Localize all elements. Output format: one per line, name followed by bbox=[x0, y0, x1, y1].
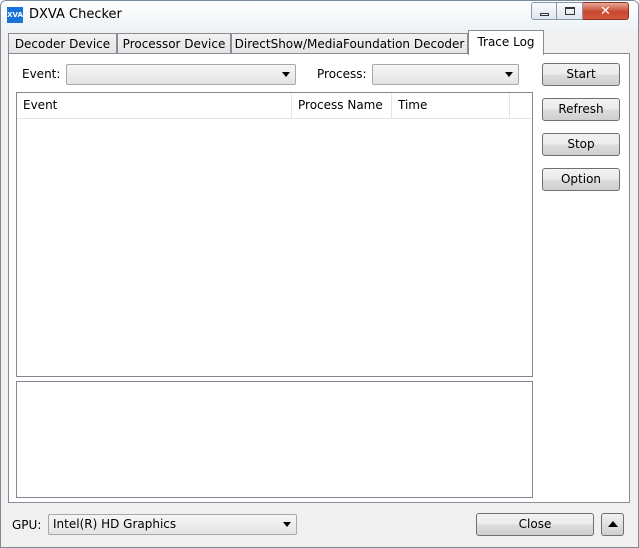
chevron-down-icon bbox=[283, 522, 291, 527]
app-window: XVA DXVA Checker ✕ Decoder Device Proces… bbox=[0, 0, 639, 548]
option-button[interactable]: Option bbox=[542, 168, 620, 191]
column-header-time[interactable]: Time bbox=[392, 93, 510, 118]
process-label: Process: bbox=[317, 67, 367, 81]
close-icon: ✕ bbox=[600, 3, 611, 19]
process-dropdown[interactable] bbox=[372, 64, 519, 85]
tab-trace-log[interactable]: Trace Log bbox=[468, 30, 544, 55]
app-icon: XVA bbox=[7, 7, 23, 23]
refresh-button[interactable]: Refresh bbox=[542, 98, 620, 121]
maximize-icon bbox=[564, 7, 575, 15]
maximize-button[interactable] bbox=[557, 2, 583, 20]
tab-decoder-device[interactable]: Decoder Device bbox=[8, 33, 117, 54]
tab-processor-device[interactable]: Processor Device bbox=[117, 33, 231, 54]
minimize-button[interactable] bbox=[531, 2, 557, 20]
close-window-button[interactable]: ✕ bbox=[583, 2, 629, 20]
start-button[interactable]: Start bbox=[542, 63, 620, 86]
collapse-button[interactable] bbox=[601, 513, 624, 536]
tab-directshow-mediafoundation-decoder[interactable]: DirectShow/MediaFoundation Decoder bbox=[231, 33, 468, 54]
close-button[interactable]: Close bbox=[476, 513, 594, 536]
chevron-down-icon bbox=[282, 72, 290, 77]
trace-event-list[interactable]: Event Process Name Time bbox=[16, 92, 533, 377]
gpu-dropdown[interactable]: Intel(R) HD Graphics bbox=[48, 514, 297, 535]
chevron-down-icon bbox=[505, 72, 513, 77]
trace-log-panel: Event: Process: Event Process Name Time … bbox=[8, 53, 630, 503]
event-dropdown[interactable] bbox=[66, 64, 296, 85]
column-header-event[interactable]: Event bbox=[17, 93, 292, 118]
column-header-process-name[interactable]: Process Name bbox=[292, 93, 392, 118]
gpu-label: GPU: bbox=[12, 518, 42, 532]
gpu-dropdown-value: Intel(R) HD Graphics bbox=[53, 517, 177, 531]
stop-button[interactable]: Stop bbox=[542, 133, 620, 156]
event-detail-box[interactable] bbox=[16, 381, 533, 498]
event-label: Event: bbox=[22, 67, 61, 81]
minimize-icon bbox=[539, 12, 549, 16]
chevron-up-icon bbox=[608, 521, 618, 527]
list-header: Event Process Name Time bbox=[17, 93, 532, 119]
window-title: DXVA Checker bbox=[29, 7, 122, 22]
title-bar[interactable]: XVA DXVA Checker ✕ bbox=[1, 1, 638, 30]
